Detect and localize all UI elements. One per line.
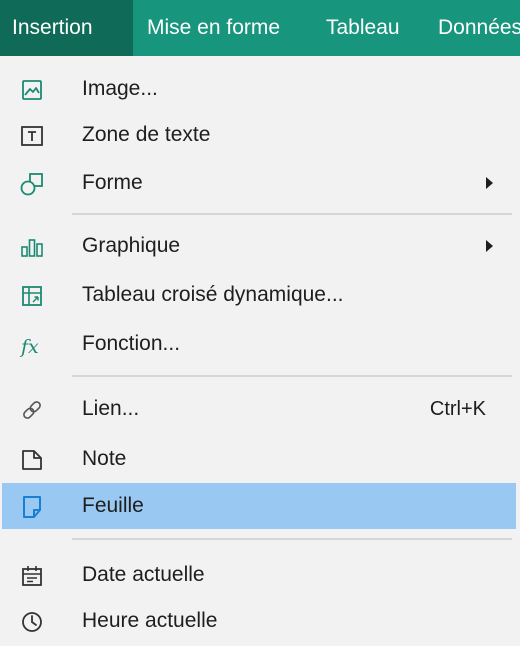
menu-item-function[interactable]: fx Fonction... [0,321,520,367]
shortcut-label: Ctrl+K [429,398,486,420]
calendar-icon [19,563,45,589]
insertion-dropdown-menu: Image... Zone de texte Forme Graphique T… [0,56,520,646]
menu-item-pivot-table[interactable]: Tableau croisé dynamique... [0,272,520,318]
chart-icon [19,234,45,260]
menu-item-label: Tableau croisé dynamique... [82,283,344,306]
menu-bar: Insertion Mise en forme Tableau Données [0,0,520,56]
link-icon [19,397,45,423]
menu-item-label: Image... [82,77,158,100]
menu-item-label: Lien... [82,397,140,420]
menu-item-text-box[interactable]: Zone de texte [0,112,520,158]
menu-item-label: Heure actuelle [82,609,218,632]
sheet-icon [19,494,45,520]
menu-item-label: Graphique [82,234,181,257]
tab-donnees[interactable]: Données [426,0,520,56]
tab-insertion[interactable]: Insertion [0,0,133,56]
menu-item-note[interactable]: Note [0,436,520,482]
menu-item-link[interactable]: Lien... Ctrl+K [0,386,520,432]
svg-text:fx: fx [19,336,39,358]
menu-item-current-date[interactable]: Date actuelle [0,552,520,598]
clock-icon [19,609,45,635]
menu-item-label: Feuille [82,494,144,517]
menu-item-label: Fonction... [82,332,181,355]
menu-separator [72,538,512,540]
pivot-table-icon [19,283,45,309]
function-icon: fx [19,332,45,358]
submenu-arrow-icon [486,177,493,189]
menu-separator [72,213,512,215]
menu-item-current-time[interactable]: Heure actuelle [0,598,520,644]
tab-mise-en-forme[interactable]: Mise en forme [135,0,292,56]
menu-item-image[interactable]: Image... [0,66,520,112]
image-icon [19,77,45,103]
menu-item-chart[interactable]: Graphique [0,223,520,269]
menu-item-sheet[interactable]: Feuille [2,483,516,529]
menu-item-label: Note [82,447,127,470]
shape-icon [19,171,45,197]
menu-separator [72,375,512,377]
menu-item-shape[interactable]: Forme [0,160,520,206]
tab-tableau[interactable]: Tableau [314,0,412,56]
note-icon [19,447,45,473]
submenu-arrow-icon [486,240,493,252]
text-box-icon [19,123,45,149]
menu-item-label: Zone de texte [82,123,211,146]
menu-item-label: Forme [82,171,143,194]
menu-item-label: Date actuelle [82,563,205,586]
